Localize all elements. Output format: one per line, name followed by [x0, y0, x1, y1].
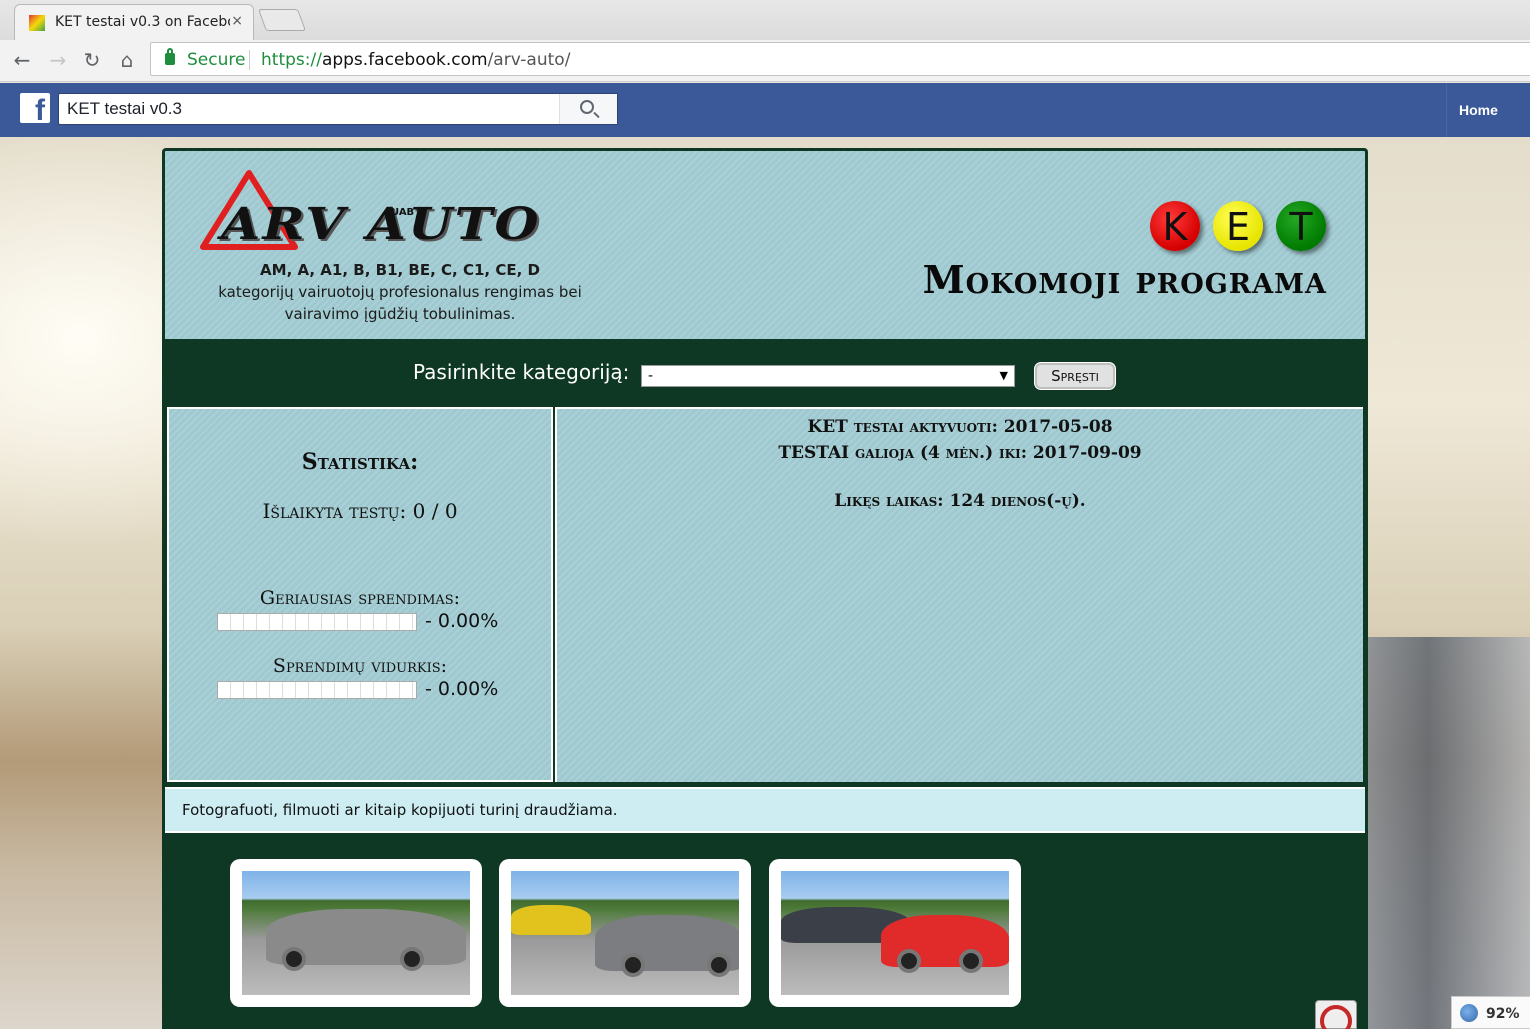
- validity-panel: KET testai aktyvuoti: 2017-05-08 TESTAI …: [555, 407, 1363, 782]
- category-selector-bar: Pasirinkite kategoriją: - ▼ Spręsti: [165, 341, 1365, 405]
- arv-auto-logo: ARV AUTO UAB: [199, 169, 619, 254]
- ket-circle-e: E: [1213, 201, 1263, 251]
- categories-list: AM, A, A1, B, B1, BE, C, C1, CE, D: [260, 261, 540, 279]
- categories-text-line2: vairavimo įgūdžių tobulinimas.: [284, 305, 516, 323]
- categories-text-line1: kategorijų vairuotojų profesionalus reng…: [218, 283, 582, 301]
- ket-circle-t: T: [1276, 201, 1326, 251]
- best-solution-value: - 0.00%: [425, 610, 499, 632]
- gallery-photo-3[interactable]: [769, 859, 1021, 1007]
- passed-tests: Išlaikyta testų: 0 / 0: [169, 499, 551, 523]
- gallery-photo-1[interactable]: [230, 859, 482, 1007]
- tab-close-icon[interactable]: ×: [231, 13, 243, 29]
- browser-tabbar: KET testai v0.3 on Facebook ×: [0, 0, 1530, 40]
- url-host: apps.facebook.com: [321, 50, 488, 70]
- no-photo-icon: [1315, 1000, 1357, 1029]
- car-photo-2: [511, 871, 739, 995]
- facebook-search-input[interactable]: [59, 94, 559, 124]
- browser-tab[interactable]: KET testai v0.3 on Facebook ×: [14, 4, 254, 40]
- globe-icon: [1460, 1004, 1478, 1022]
- facebook-home-link[interactable]: Home: [1446, 83, 1498, 137]
- statistics-panel: Statistika: Išlaikyta testų: 0 / 0 Geria…: [167, 407, 553, 782]
- url-text: https://apps.facebook.com/arv-auto/: [261, 50, 570, 70]
- photo-gallery: [165, 835, 1365, 1029]
- forward-arrow-icon[interactable]: →: [46, 48, 70, 72]
- average-value: - 0.00%: [425, 678, 499, 700]
- lock-icon: [165, 48, 175, 65]
- copy-notice: Fotografuoti, filmuoti ar kitaip kopijuo…: [165, 787, 1365, 833]
- dropdown-arrow-icon: ▼: [999, 369, 1008, 382]
- activated-date: KET testai aktyvuoti: 2017-05-08: [807, 417, 1113, 437]
- facebook-search: [58, 93, 618, 125]
- reload-icon[interactable]: ↻: [80, 48, 104, 72]
- browser-toolbar: ← → ↻ ⌂ Secure https://apps.facebook.com…: [0, 40, 1530, 82]
- search-icon: [580, 100, 594, 114]
- category-select[interactable]: - ▼: [641, 365, 1015, 387]
- zoom-value: 92%: [1486, 1006, 1520, 1022]
- copy-notice-text: Fotografuoti, filmuoti ar kitaip kopijuo…: [182, 801, 618, 819]
- ket-circles: K E T: [1150, 201, 1330, 255]
- ket-app: ARV AUTO UAB AM, A, A1, B, B1, BE, C, C1…: [162, 148, 1368, 1029]
- gallery-photo-2[interactable]: [499, 859, 751, 1007]
- category-selected-value: -: [648, 368, 654, 384]
- category-label: Pasirinkite kategoriją:: [413, 360, 630, 384]
- best-solution-label: Geriausias sprendimas:: [259, 587, 461, 609]
- categories-description: AM, A, A1, B, B1, BE, C, C1, CE, D kateg…: [195, 259, 605, 325]
- url-scheme: https://: [261, 50, 322, 70]
- remaining-time: Likęs laikas: 124 dienos(-ų).: [834, 491, 1086, 511]
- program-title: Mokomoji programa: [922, 257, 1327, 302]
- statistics-heading: Statistika:: [301, 449, 419, 475]
- omnibox-divider: [249, 50, 250, 70]
- valid-until-date: TESTAI galioja (4 mėn.) iki: 2017-09-09: [778, 443, 1142, 463]
- car-photo-1: [242, 871, 470, 995]
- tab-title: KET testai v0.3 on Facebook: [55, 14, 230, 30]
- address-bar[interactable]: Secure https://apps.facebook.com/arv-aut…: [150, 42, 1530, 76]
- back-arrow-icon[interactable]: ←: [10, 48, 34, 72]
- zoom-indicator[interactable]: 92%: [1451, 996, 1530, 1029]
- new-tab-button[interactable]: [257, 9, 307, 31]
- car-photo-3: [781, 871, 1009, 995]
- passed-value: 0 / 0: [412, 499, 458, 523]
- app-favicon-icon: [29, 15, 45, 31]
- average-bar: [217, 681, 417, 699]
- app-header: ARV AUTO UAB AM, A, A1, B, B1, BE, C, C1…: [165, 151, 1365, 339]
- solve-button[interactable]: Spręsti: [1035, 363, 1115, 389]
- secure-label: Secure: [187, 50, 246, 70]
- search-button[interactable]: [559, 94, 617, 124]
- passed-label: Išlaikyta testų:: [262, 499, 407, 523]
- url-path: /arv-auto/: [487, 50, 571, 70]
- best-solution-bar: [217, 613, 417, 631]
- facebook-logo-icon[interactable]: f: [20, 93, 50, 123]
- logo-text: ARV AUTO: [221, 199, 541, 250]
- average-label: Sprendimų vidurkis:: [272, 655, 448, 677]
- logo-uab: UAB: [391, 207, 415, 218]
- facebook-header: f Home: [0, 83, 1530, 137]
- home-icon[interactable]: ⌂: [115, 48, 139, 72]
- ket-circle-k: K: [1150, 201, 1200, 251]
